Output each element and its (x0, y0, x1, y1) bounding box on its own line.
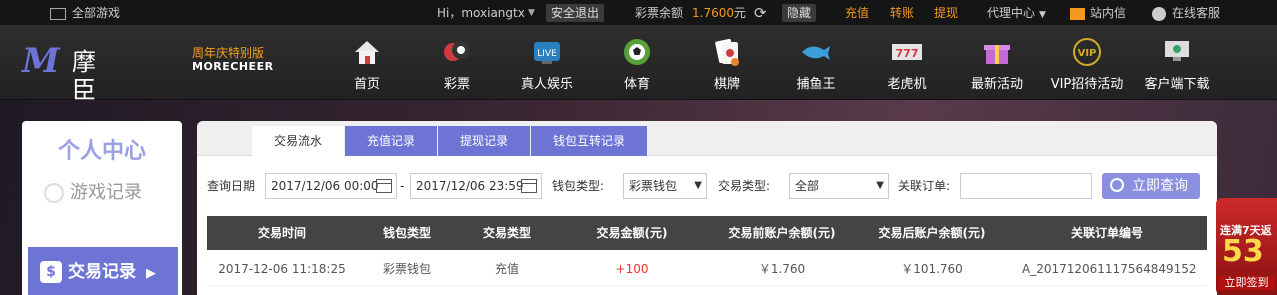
wallet-type-label: 钱包类型: (552, 179, 605, 193)
support-link[interactable]: 在线客服 (1152, 0, 1220, 26)
sidebar-item-game-records[interactable]: 游戏记录 (44, 177, 142, 209)
checkin-button[interactable]: 立即签到 (1218, 276, 1275, 290)
logo-mark: M (22, 41, 60, 81)
nav-promotions[interactable]: 最新活动 (967, 36, 1027, 96)
col-before-balance: 交易前账户余额(元) (728, 226, 836, 240)
sidebar-title: 个人中心 (57, 139, 146, 164)
balance-label: 彩票余额 (635, 6, 684, 20)
cell-wallet: 彩票钱包 (382, 262, 431, 276)
transaction-panel: 交易流水 充值记录 提现记录 钱包互转记录 查询日期 2017/12/06 00… (197, 121, 1217, 295)
top-bar: 全部游戏 Hi，moxiangtx ▼ 安全退出 彩票余额 1.7600 元 ⟳… (0, 0, 1277, 26)
fish-icon (802, 46, 830, 60)
logo-badge: 周年庆特别版 (192, 46, 265, 60)
slot-machine-icon: 777 (892, 44, 922, 60)
cell-amount: +100 (615, 262, 649, 276)
order-input[interactable] (960, 173, 1092, 199)
record-icon (44, 183, 64, 203)
soccer-ball-icon (624, 39, 650, 65)
mail-icon (1070, 7, 1085, 20)
date-from-field[interactable]: 2017/12/06 00:00 (265, 173, 397, 199)
query-button[interactable]: 立即查询 (1102, 173, 1200, 199)
svg-text:777: 777 (896, 47, 919, 60)
all-games-link[interactable]: 全部游戏 (50, 0, 120, 26)
nav-lottery[interactable]: 彩票 (437, 36, 477, 96)
checkin-promo[interactable]: 连满7天返 53 立即签到 (1216, 198, 1277, 295)
svg-text:LIVE: LIVE (537, 49, 557, 59)
nav-sports[interactable]: 体育 (617, 36, 657, 96)
tab-wallet-transfers[interactable]: 钱包互转记录 (531, 126, 647, 156)
chevron-down-icon: ▼ (1039, 10, 1046, 20)
nav-card-games[interactable]: 棋牌 (707, 36, 747, 96)
chevron-down-icon: ▼ (876, 180, 884, 191)
cards-icon (50, 7, 66, 20)
svg-text:VIP: VIP (1078, 48, 1097, 59)
logout-button[interactable]: 安全退出 (546, 4, 605, 22)
agent-center-menu[interactable]: 代理中心 ▼ (987, 0, 1046, 26)
balance-value: 1.7600 (692, 6, 734, 20)
refresh-icon[interactable]: ⟳ (754, 0, 767, 26)
deposit-link[interactable]: 充值 (845, 0, 869, 26)
nav-fishing[interactable]: 捕鱼王 (794, 36, 838, 96)
cell-before-balance: ￥1.760 (758, 262, 806, 276)
arrow-right-icon: ▶ (146, 266, 156, 281)
vip-badge-icon: VIP (1073, 38, 1101, 66)
calendar-icon[interactable] (376, 179, 392, 193)
order-label: 关联订单: (898, 179, 951, 193)
greeting-text: Hi，moxiangtx (437, 6, 525, 20)
dollar-icon: $ (40, 261, 62, 283)
trade-type-label: 交易类型: (718, 179, 771, 193)
date-separator: - (400, 179, 405, 193)
calendar-icon[interactable] (521, 179, 537, 193)
sidebar-item-transactions[interactable]: $ 交易记录 ▶ (28, 247, 178, 295)
table-header: 交易时间 钱包类型 交易类型 交易金额(元) 交易前账户余额(元) 交易后账户余… (207, 216, 1207, 250)
nav-slots[interactable]: 777 老虎机 (884, 36, 930, 96)
wallet-type-select[interactable]: 彩票钱包 ▼ (623, 173, 707, 199)
tab-withdrawals[interactable]: 提现记录 (438, 126, 530, 156)
col-amount: 交易金额(元) (596, 226, 668, 240)
hide-balance-button[interactable]: 隐藏 (782, 4, 817, 22)
col-wallet: 钱包类型 (382, 226, 431, 240)
withdraw-link[interactable]: 提现 (934, 0, 958, 26)
trade-type-select[interactable]: 全部 ▼ (789, 173, 889, 199)
cell-time: 2017-12-06 11:18:25 (218, 262, 346, 276)
date-label: 查询日期 (207, 179, 256, 193)
nav-home[interactable]: 首页 (347, 36, 387, 96)
cell-after-balance: ￥101.760 (901, 262, 963, 276)
transfer-link[interactable]: 转账 (890, 0, 914, 26)
col-after-balance: 交易后账户余额(元) (878, 226, 986, 240)
user-dropdown-icon[interactable]: ▼ (528, 0, 535, 26)
gift-icon (984, 45, 1010, 64)
cell-order-no: A_20171206111756484915​2 (1022, 262, 1197, 276)
col-time: 交易时间 (257, 226, 306, 240)
table-row[interactable]: 2017-12-06 11:18:25 彩票钱包 充值 +100 ￥1.760 … (207, 252, 1207, 286)
nav-vip[interactable]: VIP VIP招待活动 (1047, 36, 1127, 96)
chevron-down-icon: ▼ (694, 180, 702, 191)
cell-trade-type: 充值 (494, 262, 519, 276)
messages-link[interactable]: 站内信 (1070, 0, 1126, 26)
tab-bar: 交易流水 充值记录 提现记录 钱包互转记录 (197, 121, 1217, 156)
playing-cards-icon (715, 38, 739, 66)
home-icon (355, 41, 379, 64)
logo-en-name: MORECHEER (192, 60, 274, 73)
tab-deposits[interactable]: 充值记录 (345, 126, 437, 156)
search-icon (1110, 178, 1124, 192)
col-trade-type: 交易类型 (482, 226, 531, 240)
nav-download[interactable]: 客户端下载 (1140, 36, 1214, 96)
live-tv-icon: LIVE (534, 42, 560, 64)
tab-transactions[interactable]: 交易流水 (252, 126, 344, 156)
user-icon (1152, 6, 1166, 21)
balance-unit: 元 (734, 6, 747, 20)
nav-live-casino[interactable]: LIVE 真人娱乐 (517, 36, 577, 96)
download-icon (1165, 41, 1189, 61)
user-sidebar: 个人中心 游戏记录 $ 交易记录 ▶ (22, 121, 182, 295)
lottery-ball-icon (444, 41, 470, 61)
promo-number: 53 (1222, 234, 1264, 269)
col-order-no: 关联订单编号 (1070, 226, 1143, 240)
date-to-field[interactable]: 2017/12/06 23:59 (410, 173, 542, 199)
